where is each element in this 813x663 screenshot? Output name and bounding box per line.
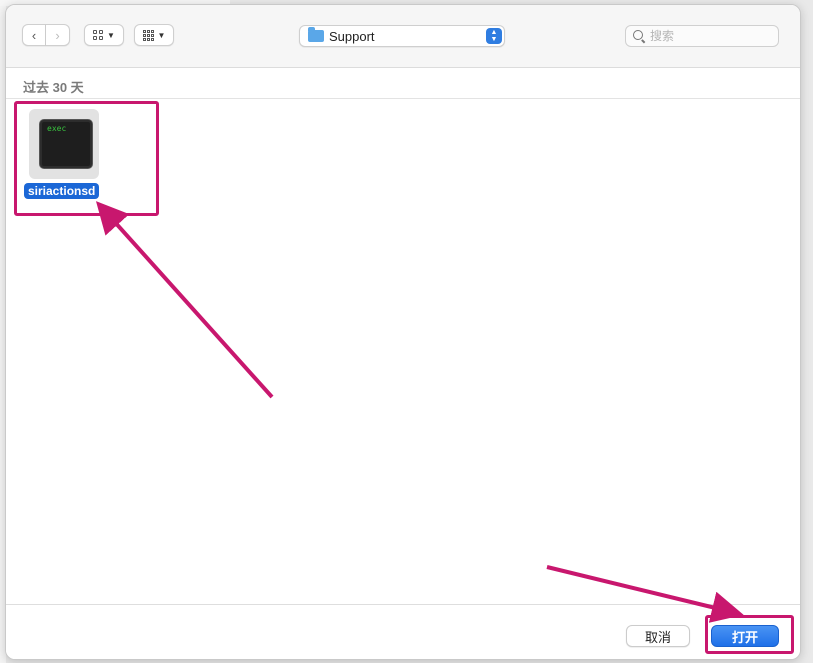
chevron-right-icon: › (55, 27, 60, 43)
cancel-button[interactable]: 取消 (626, 625, 690, 647)
forward-button[interactable]: › (46, 24, 70, 46)
up-down-chevron-icon: ▲ ▼ (486, 28, 502, 44)
grid-icon (93, 30, 104, 40)
dialog-toolbar: ‹ › ▼ ▼ Support ▲ ▼ (6, 5, 800, 68)
search-icon (633, 30, 645, 42)
open-file-dialog: ‹ › ▼ ▼ Support ▲▼ 过去 30 天 exec (5, 4, 801, 660)
icon-view-button[interactable]: ▼ (84, 24, 124, 46)
chevron-left-icon: ‹ (31, 27, 37, 43)
file-item[interactable]: exec siriactionsd (24, 109, 104, 201)
search-input[interactable] (650, 29, 770, 43)
exec-icon: exec (39, 119, 93, 169)
location-label: Support (329, 28, 375, 44)
section-title: 过去 30 天 (23, 80, 84, 95)
file-name-label: siriactionsd (24, 183, 100, 199)
back-button[interactable]: ‹ (22, 24, 46, 46)
group-view-button[interactable]: ▼ (134, 24, 174, 46)
section-divider (6, 98, 800, 99)
group-grid-icon (142, 29, 154, 41)
chevron-down-icon: ▼ (107, 30, 115, 40)
search-field[interactable] (625, 25, 779, 47)
location-popup[interactable]: Support ▲ ▼ (299, 25, 505, 47)
open-button[interactable]: 打开 (711, 625, 779, 647)
chevron-down-icon: ▼ (157, 30, 166, 40)
exec-icon-label: exec (47, 124, 67, 133)
file-selection-highlight: exec (29, 109, 99, 179)
dialog-footer: 取消 打开 (6, 604, 800, 659)
folder-icon (308, 27, 324, 42)
